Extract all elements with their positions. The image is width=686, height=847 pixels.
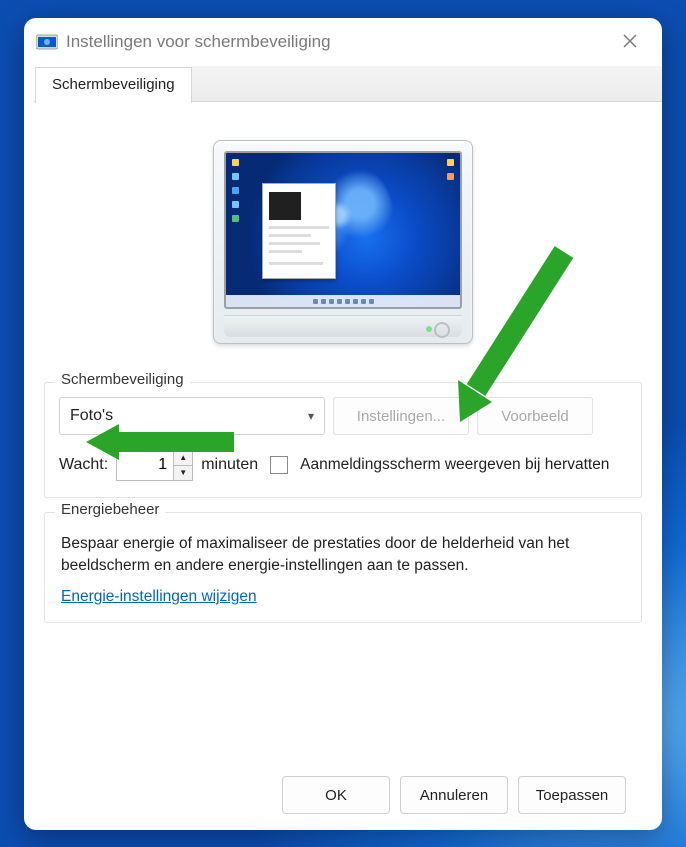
energy-description: Bespaar energie of maximaliseer de prest… bbox=[61, 533, 625, 578]
screensaver-settings-dialog: Instellingen voor schermbeveiliging Sche… bbox=[24, 18, 662, 830]
wait-label: Wacht: bbox=[59, 456, 108, 474]
titlebar: Instellingen voor schermbeveiliging bbox=[24, 18, 662, 66]
dialog-body: Schermbeveiliging Foto's ▾ Instellingen.… bbox=[24, 102, 662, 830]
screensaver-app-icon bbox=[36, 33, 58, 51]
wait-minutes-stepper[interactable]: ▲ ▼ bbox=[116, 449, 193, 481]
close-icon bbox=[623, 34, 637, 48]
tab-strip: Schermbeveiliging bbox=[24, 66, 662, 102]
energy-legend: Energiebeheer bbox=[55, 501, 165, 518]
preview-button[interactable]: Voorbeeld bbox=[477, 397, 593, 435]
close-button[interactable] bbox=[610, 32, 650, 53]
dialog-footer: OK Annuleren Toepassen bbox=[44, 762, 642, 830]
preview-monitor-icon bbox=[213, 140, 473, 344]
screensaver-groupbox: Schermbeveiliging Foto's ▾ Instellingen.… bbox=[44, 382, 642, 498]
cancel-button[interactable]: Annuleren bbox=[400, 776, 508, 814]
window-title: Instellingen voor schermbeveiliging bbox=[66, 32, 610, 52]
wait-step-down[interactable]: ▼ bbox=[174, 466, 192, 481]
screensaver-select-value: Foto's bbox=[70, 407, 113, 425]
screensaver-preview bbox=[44, 140, 642, 344]
desktop-background: Instellingen voor schermbeveiliging Sche… bbox=[0, 0, 686, 847]
wait-step-up[interactable]: ▲ bbox=[174, 450, 192, 466]
resume-logon-label: Aanmeldingsscherm weergeven bij hervatte… bbox=[300, 455, 627, 475]
apply-button[interactable]: Toepassen bbox=[518, 776, 626, 814]
chevron-down-icon: ▾ bbox=[308, 409, 314, 423]
minutes-label: minuten bbox=[201, 456, 258, 474]
settings-button[interactable]: Instellingen... bbox=[333, 397, 469, 435]
ok-button[interactable]: OK bbox=[282, 776, 390, 814]
wait-minutes-input[interactable] bbox=[117, 450, 173, 480]
resume-logon-checkbox[interactable] bbox=[270, 456, 288, 474]
energy-groupbox: Energiebeheer Bespaar energie of maximal… bbox=[44, 512, 642, 623]
screensaver-legend: Schermbeveiliging bbox=[55, 371, 190, 388]
tab-schermbeveiliging[interactable]: Schermbeveiliging bbox=[35, 67, 192, 103]
power-settings-link[interactable]: Energie-instellingen wijzigen bbox=[61, 588, 257, 605]
screensaver-select[interactable]: Foto's ▾ bbox=[59, 397, 325, 435]
